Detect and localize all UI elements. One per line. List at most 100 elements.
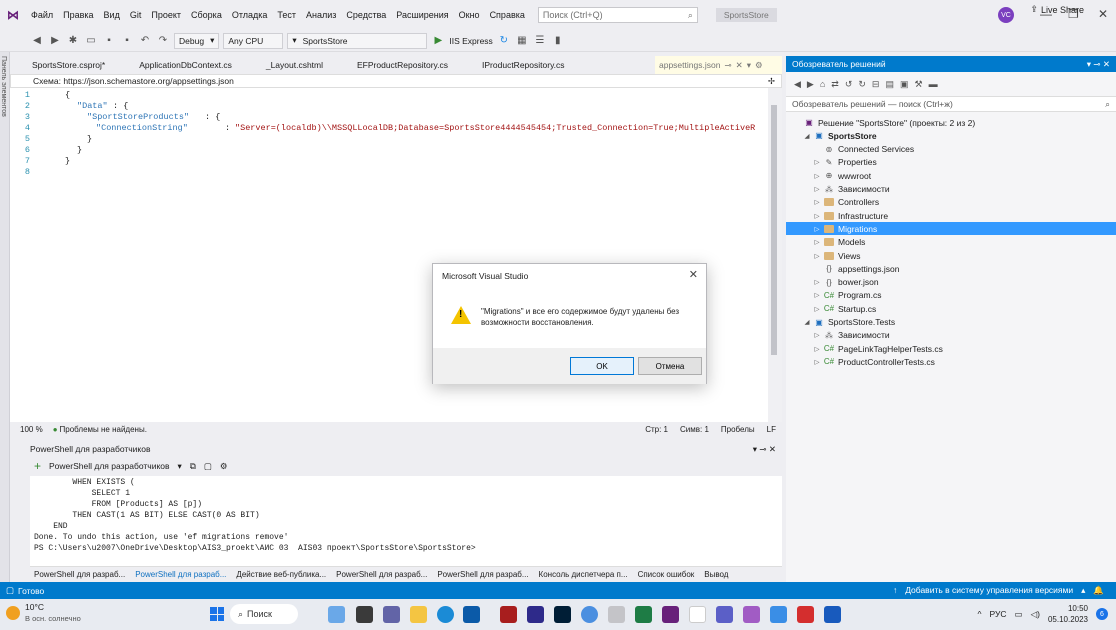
expander-icon[interactable]: ▷ (812, 198, 822, 206)
expander-icon[interactable]: ▷ (812, 172, 822, 180)
taskbar-search[interactable]: ⌕ Поиск (230, 604, 298, 624)
refresh-icon[interactable]: ↻ (497, 34, 511, 48)
undo-icon[interactable]: ↶ (138, 34, 152, 48)
powershell-dropdown[interactable]: PowerShell для разработчиков (49, 461, 170, 471)
collapse-all-icon[interactable]: ⊟ (872, 79, 880, 90)
schema-bar[interactable]: Схема: https://json.schemastore.org/apps… (10, 74, 782, 88)
configuration-dropdown[interactable]: Debug ▾ (174, 32, 220, 49)
problems-status[interactable]: Проблемы не найдены. (60, 425, 147, 434)
bottom-tab[interactable]: Вывод (704, 570, 728, 579)
tree-item[interactable]: ◢ ▣ SportsStore (786, 129, 1116, 142)
browser-icon[interactable] (581, 606, 598, 623)
split-editor-icon[interactable]: ✢ (768, 76, 775, 87)
open-icon[interactable]: ▭ (84, 34, 98, 48)
expander-icon[interactable]: ◢ (802, 318, 812, 326)
save-icon[interactable]: ▪ (102, 34, 116, 48)
close-window-icon[interactable]: ✕ (1098, 7, 1108, 21)
expander-icon[interactable]: ▷ (812, 305, 822, 313)
ok-button[interactable]: OK (570, 357, 634, 375)
tree-item[interactable]: ▷ ✎ Properties (786, 156, 1116, 169)
menu-analyze[interactable]: Анализ (301, 0, 341, 30)
tree-item[interactable]: ◢ ▣ SportsStore.Tests (786, 316, 1116, 329)
chevron-up-icon[interactable]: ^ (978, 609, 982, 619)
menu-build[interactable]: Сборка (186, 0, 227, 30)
menu-git[interactable]: Git (125, 0, 147, 30)
back-icon[interactable]: ◀ (794, 79, 801, 90)
tree-item[interactable]: {} appsettings.json (786, 262, 1116, 275)
file-explorer-icon[interactable] (410, 606, 427, 623)
network-icon[interactable]: ▭ (1015, 609, 1023, 620)
tree-item[interactable]: ▷ C# PageLinkTagHelperTests.cs (786, 342, 1116, 355)
menu-test[interactable]: Тест (272, 0, 301, 30)
tree-item[interactable]: ▷ Views (786, 249, 1116, 262)
expander-icon[interactable]: ▷ (812, 358, 822, 366)
new-item-icon[interactable]: ✱ (66, 34, 80, 48)
tab-sportsstore-csproj[interactable]: SportsStore.csproj* (10, 60, 119, 70)
tree-item[interactable]: ▷ ⁂ Зависимости (786, 329, 1116, 342)
search-input[interactable]: Поиск (Ctrl+Q) ⌕ (537, 7, 698, 23)
eol-indicator[interactable]: LF (767, 425, 776, 434)
expander-icon[interactable]: ▷ (812, 331, 822, 339)
notification-badge[interactable]: 6 (1096, 608, 1108, 620)
settings-icon[interactable]: ⚙ (755, 60, 763, 71)
toolbar-tools-icon[interactable]: ▦ (515, 34, 529, 48)
volume-icon[interactable]: ◁) (1031, 609, 1040, 620)
tab-iproductrepository[interactable]: IProductRepository.cs (462, 60, 579, 70)
menu-file[interactable]: Файл (26, 0, 58, 30)
add-to-source-control[interactable]: Добавить в систему управления версиями (905, 585, 1073, 596)
sql-icon[interactable] (770, 606, 787, 623)
clock[interactable]: 10:50 05.10.2023 (1048, 603, 1088, 625)
account-avatar[interactable]: VC (998, 7, 1014, 23)
tab-applicationdbcontext[interactable]: ApplicationDbContext.cs (119, 60, 246, 70)
powershell-output[interactable]: WHEN EXISTS ( SELECT 1 FROM [Products] A… (30, 476, 782, 566)
zoom-level[interactable]: 100 % (20, 425, 43, 434)
tree-item[interactable]: ▷ C# Startup.cs (786, 302, 1116, 315)
bottom-tab[interactable]: PowerShell для разраб... (437, 570, 528, 579)
forward-icon[interactable]: ▶ (48, 34, 62, 48)
back-icon[interactable]: ◀ (30, 34, 44, 48)
powerpoint-alt-icon[interactable] (527, 606, 544, 623)
screen-tool-icon[interactable] (608, 606, 625, 623)
word-icon[interactable] (824, 606, 841, 623)
clear-icon[interactable]: ▢ (204, 461, 212, 472)
tree-item[interactable]: ▷ C# Program.cs (786, 289, 1116, 302)
app-icon[interactable] (716, 606, 733, 623)
editor-scrollbar-thumb[interactable] (771, 105, 777, 355)
menu-tools[interactable]: Средства (341, 0, 391, 30)
bottom-tab[interactable]: PowerShell для разраб... (336, 570, 427, 579)
show-all-files-icon[interactable]: ▤ (885, 79, 894, 90)
forward-icon[interactable]: ▶ (807, 79, 814, 90)
tree-item[interactable]: ⊚ Connected Services (786, 143, 1116, 156)
menu-extensions[interactable]: Расширения (391, 0, 453, 30)
spreadsheet-icon[interactable] (635, 606, 652, 623)
expander-icon[interactable]: ▷ (812, 278, 822, 286)
bottom-tab[interactable]: PowerShell для разраб... (34, 570, 125, 579)
startup-project-dropdown[interactable]: ▾ SportsStore (287, 32, 428, 49)
bottom-tab[interactable]: Действие веб-публика... (236, 570, 326, 579)
photoshop-icon[interactable] (554, 606, 571, 623)
menu-edit[interactable]: Правка (58, 0, 98, 30)
bell-icon[interactable]: 🔔 (1093, 585, 1104, 596)
menu-project[interactable]: Проект (146, 0, 186, 30)
sync-icon[interactable]: ⇄ (831, 79, 839, 90)
tab-overflow-icon[interactable]: ▾ (747, 60, 751, 71)
menu-view[interactable]: Вид (99, 0, 125, 30)
tree-item[interactable]: ▷ ⊕ wwwroot (786, 169, 1116, 182)
gallery-app-icon[interactable] (328, 606, 345, 623)
indent-indicator[interactable]: Пробелы (721, 425, 755, 434)
pending-changes-icon[interactable]: ↺ (845, 79, 853, 90)
store-icon[interactable] (463, 606, 480, 623)
tree-item[interactable]: ▷ Models (786, 236, 1116, 249)
expander-icon[interactable]: ▷ (812, 225, 822, 233)
vs-installer-icon[interactable] (743, 606, 760, 623)
copy-icon[interactable]: ⧉ (190, 461, 196, 472)
tab-efproductrepository[interactable]: EFProductRepository.cs (337, 60, 462, 70)
menu-window[interactable]: Окно (454, 0, 485, 30)
tab-layout[interactable]: _Layout.cshtml (246, 60, 337, 70)
preview-icon[interactable]: ▬ (929, 79, 938, 89)
expander-icon[interactable]: ▷ (812, 345, 822, 353)
close-icon[interactable]: ✕ (689, 268, 698, 281)
notepad-icon[interactable] (689, 606, 706, 623)
teams-icon[interactable] (383, 606, 400, 623)
weather-widget[interactable]: 10°C В осн. солнечно (6, 602, 81, 624)
